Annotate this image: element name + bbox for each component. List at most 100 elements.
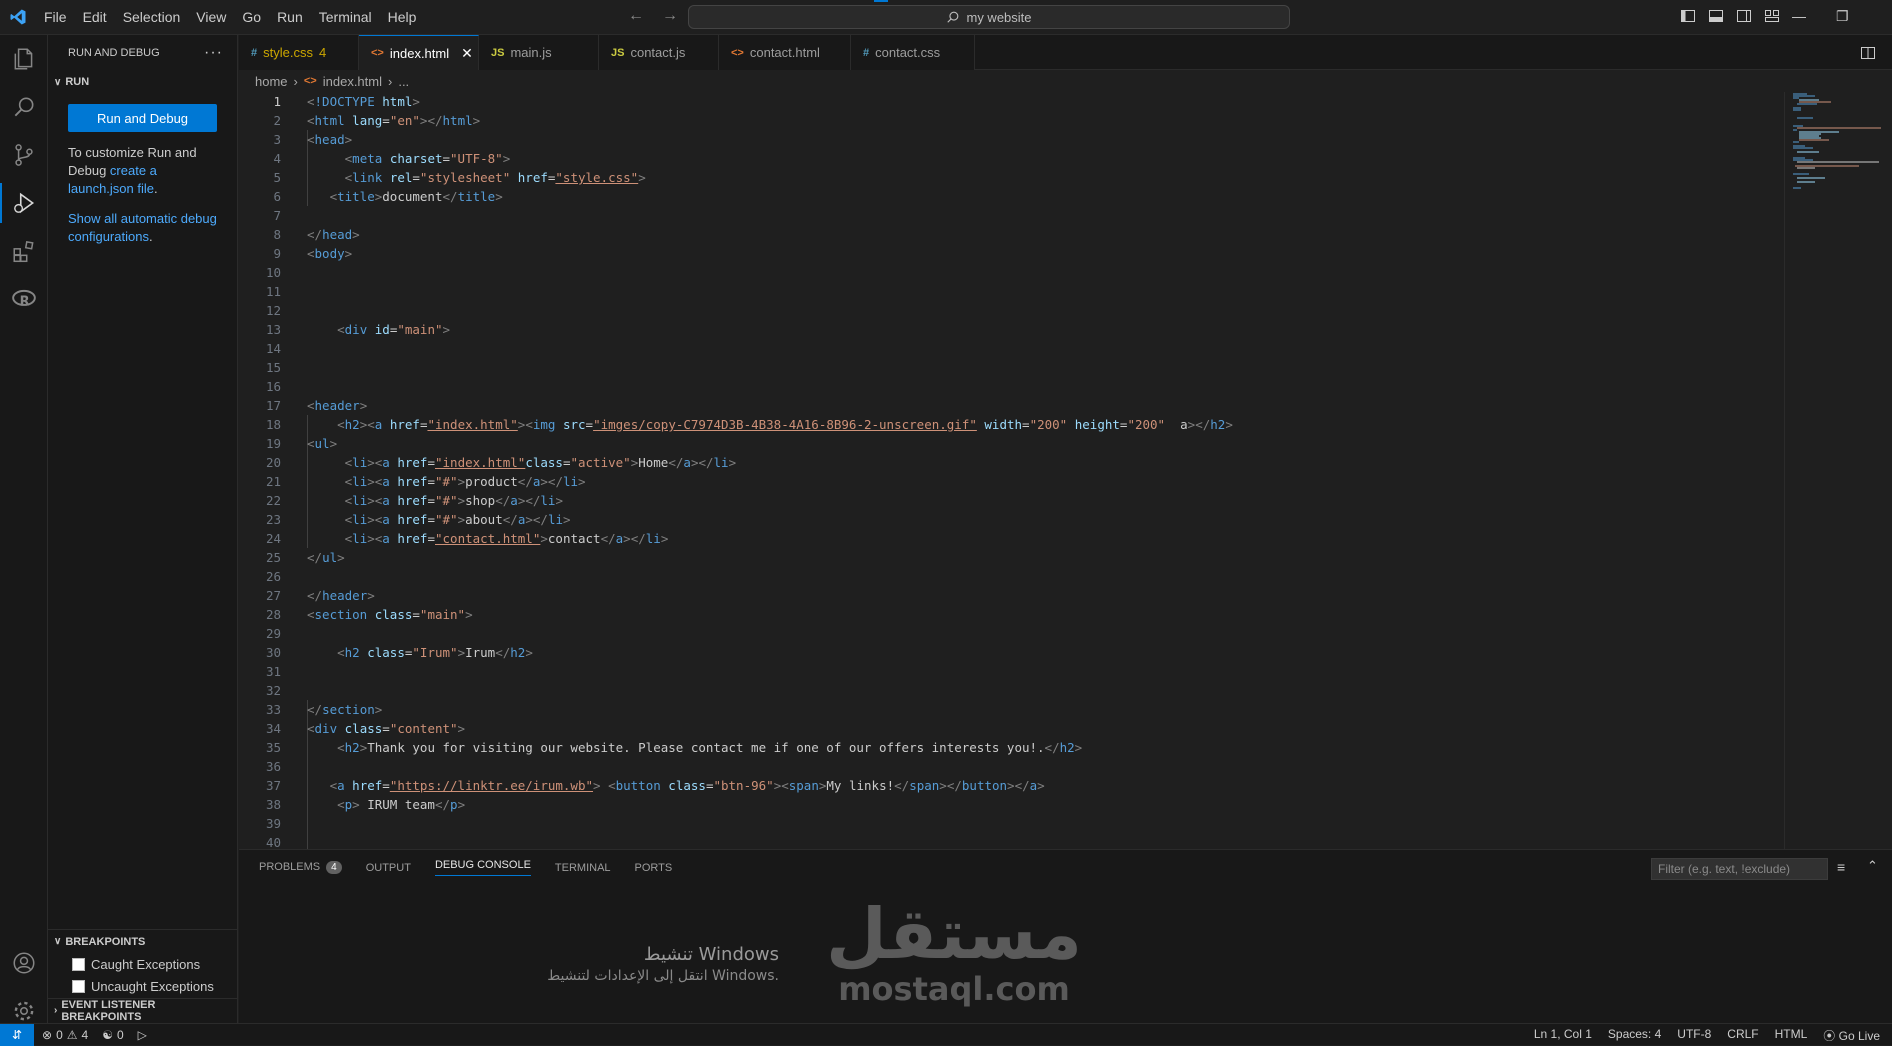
- r-extension-icon[interactable]: R: [0, 275, 48, 323]
- explorer-icon[interactable]: [0, 35, 48, 83]
- command-center-search[interactable]: my website: [688, 5, 1290, 29]
- code-line[interactable]: <a href="https://linktr.ee/irum.wb"> <bu…: [307, 776, 1233, 795]
- tab-contact-css[interactable]: # contact.css: [851, 35, 975, 70]
- code-line[interactable]: <li><a href="contact.html">contact</a></…: [307, 529, 1233, 548]
- search-view-icon[interactable]: [0, 83, 48, 131]
- code-line[interactable]: <body>: [307, 244, 1233, 263]
- minimize-icon[interactable]: —: [1792, 8, 1806, 25]
- menu-view[interactable]: View: [188, 9, 234, 25]
- split-editor-icon[interactable]: [1860, 45, 1876, 66]
- code-line[interactable]: <div class="content">: [307, 719, 1233, 738]
- ports-status[interactable]: ☯ 0: [102, 1028, 123, 1042]
- breadcrumb-folder[interactable]: home: [255, 74, 288, 89]
- code-line[interactable]: </head>: [307, 225, 1233, 244]
- more-actions-icon[interactable]: ···: [204, 44, 223, 62]
- end-of-line[interactable]: CRLF: [1727, 1027, 1758, 1044]
- code-line[interactable]: <li><a href="index.html"class="active">H…: [307, 453, 1233, 472]
- uncaught-exceptions-checkbox[interactable]: [72, 979, 85, 993]
- code-line[interactable]: <html lang="en"></html>: [307, 111, 1233, 130]
- code-line[interactable]: <section class="main">: [307, 605, 1233, 624]
- code-line[interactable]: <p> IRUM team</p>: [307, 795, 1233, 814]
- uncaught-exceptions-row[interactable]: Uncaught Exceptions: [48, 975, 238, 997]
- debug-launch-icon[interactable]: ▷: [138, 1028, 147, 1042]
- tab-ports[interactable]: PORTS: [635, 862, 673, 874]
- debug-console-filter-input[interactable]: Filter (e.g. text, !exclude): [1651, 858, 1828, 880]
- menu-help[interactable]: Help: [380, 9, 425, 25]
- language-mode[interactable]: HTML: [1775, 1027, 1808, 1044]
- event-listener-header[interactable]: › EVENT LISTENER BREAKPOINTS: [48, 998, 238, 1023]
- code-line[interactable]: <div id="main">: [307, 320, 1233, 339]
- code-line[interactable]: [307, 757, 1233, 776]
- close-icon[interactable]: ✕: [461, 45, 473, 62]
- run-section-header[interactable]: ∨ RUN: [48, 70, 237, 94]
- code-line[interactable]: </section>: [307, 700, 1233, 719]
- code-line[interactable]: [307, 662, 1233, 681]
- cursor-position[interactable]: Ln 1, Col 1: [1534, 1027, 1592, 1044]
- code-line[interactable]: <link rel="stylesheet" href="style.css">: [307, 168, 1233, 187]
- code-line[interactable]: [307, 833, 1233, 849]
- code-line[interactable]: [307, 681, 1233, 700]
- customize-layout-icon[interactable]: [1764, 8, 1780, 24]
- tab-index-html[interactable]: <> index.html ✕: [359, 35, 479, 70]
- code-line[interactable]: <ul>: [307, 434, 1233, 453]
- code-line[interactable]: <li><a href="#">shop</a></li>: [307, 491, 1233, 510]
- code-line[interactable]: <h2>Thank you for visiting our website. …: [307, 738, 1233, 757]
- code-line[interactable]: <head>: [307, 130, 1233, 149]
- breakpoints-header[interactable]: ∨ BREAKPOINTS: [48, 929, 238, 953]
- tab-style-css[interactable]: # style.css 4: [239, 35, 359, 70]
- file-encoding[interactable]: UTF-8: [1677, 1027, 1711, 1044]
- tab-contact-html[interactable]: <> contact.html: [719, 35, 851, 70]
- code-line[interactable]: <h2 class="Irum">Irum</h2>: [307, 643, 1233, 662]
- restore-icon[interactable]: ❐: [1836, 8, 1849, 25]
- toggle-panel-icon[interactable]: [1708, 8, 1724, 24]
- account-icon[interactable]: [0, 939, 48, 987]
- code-line[interactable]: <header>: [307, 396, 1233, 415]
- show-debug-configurations-link[interactable]: Show all automatic debug configurations: [68, 211, 217, 244]
- menu-edit[interactable]: Edit: [75, 9, 115, 25]
- minimap[interactable]: [1784, 92, 1884, 849]
- maximize-panel-icon[interactable]: ⌃: [1867, 858, 1878, 874]
- code-line[interactable]: [307, 263, 1233, 282]
- code-line[interactable]: [307, 814, 1233, 833]
- source-control-icon[interactable]: [0, 131, 48, 179]
- menu-selection[interactable]: Selection: [115, 9, 189, 25]
- tab-problems[interactable]: PROBLEMS 4: [259, 861, 342, 874]
- indentation[interactable]: Spaces: 4: [1608, 1027, 1661, 1044]
- code-line[interactable]: [307, 567, 1233, 586]
- extensions-icon[interactable]: [0, 227, 48, 275]
- code-line[interactable]: <title>document</title>: [307, 187, 1233, 206]
- code-line[interactable]: <!DOCTYPE html>: [307, 92, 1233, 111]
- toggle-sidebar-icon[interactable]: [1680, 8, 1696, 24]
- tab-debug-console[interactable]: DEBUG CONSOLE: [434, 859, 531, 876]
- code-line[interactable]: [307, 282, 1233, 301]
- code-line[interactable]: [307, 358, 1233, 377]
- code-editor[interactable]: 1 2 3 4 5 6 7 8 9 10 11 12 13 14 15 16 17 18 19 20 21 22 23 24 2…: [239, 92, 1784, 849]
- code-area[interactable]: <!DOCTYPE html> <html lang="en"></html> <h…: [307, 92, 1233, 849]
- run-debug-icon[interactable]: [0, 179, 48, 227]
- forward-arrow-icon[interactable]: →: [662, 7, 678, 25]
- code-line[interactable]: [307, 301, 1233, 320]
- code-line[interactable]: </ul>: [307, 548, 1233, 567]
- menu-file[interactable]: File: [36, 9, 75, 25]
- breadcrumb-more[interactable]: ...: [398, 74, 409, 89]
- code-line[interactable]: [307, 377, 1233, 396]
- go-live-button[interactable]: ⦿ Go Live: [1823, 1027, 1880, 1044]
- code-line[interactable]: <h2><a href="index.html"><img src="imges…: [307, 415, 1233, 434]
- code-line[interactable]: [307, 624, 1233, 643]
- run-and-debug-button[interactable]: Run and Debug: [68, 104, 217, 132]
- toggle-secondary-sidebar-icon[interactable]: [1736, 8, 1752, 24]
- caught-exceptions-checkbox[interactable]: [72, 957, 85, 971]
- code-line[interactable]: [307, 339, 1233, 358]
- menu-terminal[interactable]: Terminal: [311, 9, 380, 25]
- tab-contact-js[interactable]: JS contact.js: [599, 35, 719, 70]
- code-line[interactable]: <li><a href="#">product</a></li>: [307, 472, 1233, 491]
- tab-terminal[interactable]: TERMINAL: [555, 862, 611, 874]
- code-line[interactable]: <meta charset="UTF-8">: [307, 149, 1233, 168]
- code-line[interactable]: <li><a href="#">about</a></li>: [307, 510, 1233, 529]
- code-line[interactable]: [307, 206, 1233, 225]
- back-arrow-icon[interactable]: ←: [628, 7, 644, 25]
- menu-go[interactable]: Go: [234, 9, 269, 25]
- remote-indicator-icon[interactable]: ⇵: [0, 1023, 34, 1046]
- problems-status[interactable]: ⊗ 0 ⚠ 4: [42, 1028, 88, 1042]
- breadcrumb-file[interactable]: index.html: [323, 74, 382, 89]
